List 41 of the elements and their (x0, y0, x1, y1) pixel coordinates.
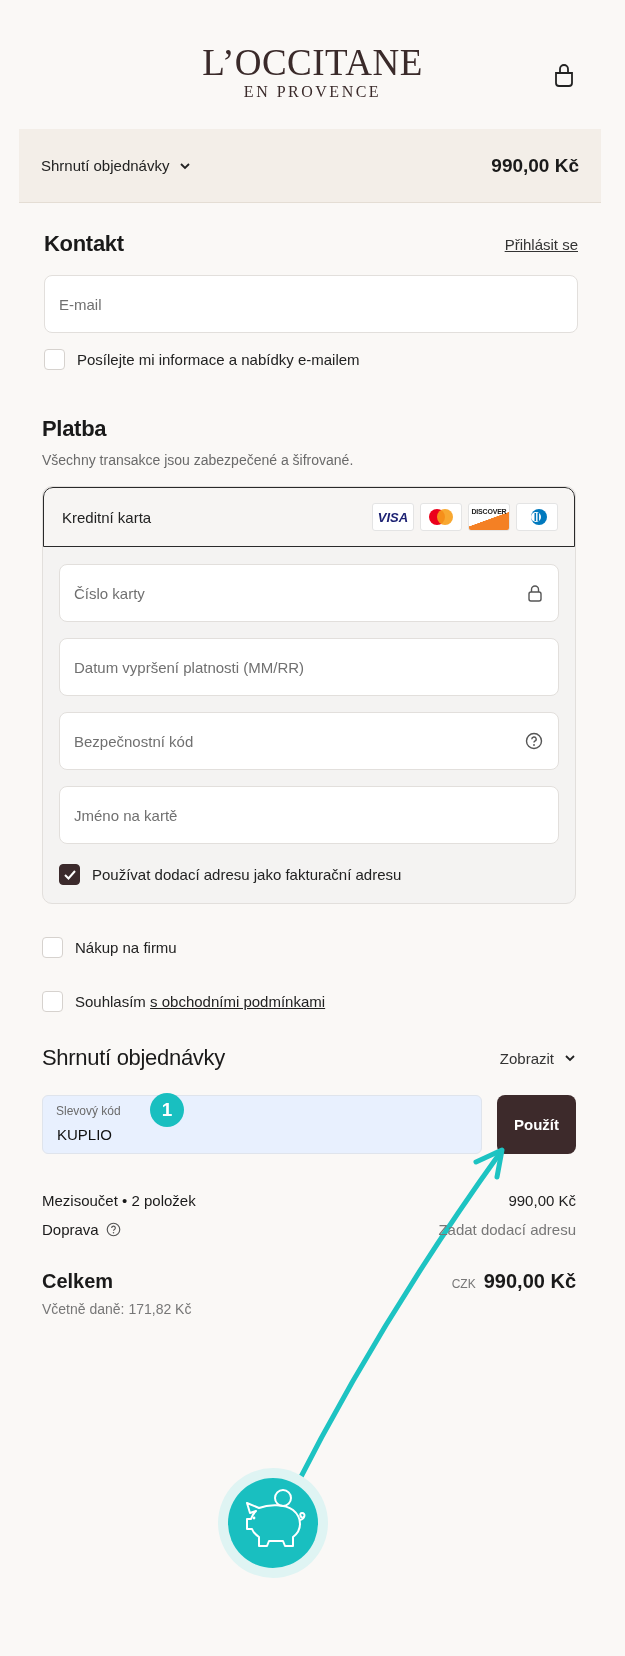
email-field[interactable]: E-mail (44, 275, 578, 333)
mastercard-logo (420, 503, 462, 531)
checkbox-label: Používat dodací adresu jako fakturační adresu (92, 866, 402, 883)
checkbox[interactable] (59, 864, 80, 885)
section-heading: Platba (42, 416, 108, 442)
shopping-bag-icon[interactable] (553, 64, 575, 88)
section-heading: Shrnutí objednávky (42, 1045, 225, 1071)
checkbox-label: Souhlasím s obchodními podmínkami (75, 993, 326, 1010)
checkbox-label: Nákup na firmu (75, 939, 177, 956)
security-note: Všechny transakce jsou zabezpečené a šifrované. (42, 452, 355, 468)
order-total: 990,00 Kč (491, 154, 579, 177)
summary-label: Doprava (42, 1221, 99, 1238)
order-summary-toggle[interactable]: Shrnutí objednávky (41, 157, 192, 174)
input-field[interactable]: Datum vypršení platnosti (MM/RR) (59, 638, 559, 696)
input-field[interactable]: Číslo karty (59, 564, 559, 622)
currency-code: CZK (451, 1277, 476, 1291)
chevron-icon (564, 1054, 576, 1062)
help-icon[interactable] (525, 732, 543, 750)
field-label: Slevový kód (56, 1104, 121, 1118)
total-amount: 990,00 Kč (483, 1270, 576, 1293)
summary-label: Mezisoučet • 2 položek (42, 1192, 196, 1209)
login-link[interactable]: Přihlásit se (504, 235, 578, 253)
checkbox-label: Posílejte mi informace a nabídky e-mailem (77, 351, 360, 368)
summary-value: 990,00 Kč (508, 1192, 576, 1209)
tax-note: Včetně daně: 171,82 Kč (42, 1301, 193, 1317)
brand-logo[interactable]: L’OCCITANE (202, 44, 423, 82)
checkmark-icon (62, 868, 77, 881)
input-field[interactable]: Bezpečnostní kód (59, 712, 559, 770)
help-icon[interactable] (105, 1222, 121, 1237)
piggy-bank-icon (218, 1468, 328, 1578)
visa-logo: VISA (372, 503, 414, 531)
diners-logo (516, 503, 558, 531)
input-field[interactable]: Jméno na kartě (59, 786, 559, 844)
section-heading: Kontakt (44, 231, 124, 257)
chevron-icon (179, 161, 192, 170)
brand-tagline: EN PROVENCE (243, 82, 382, 102)
lock-icon (527, 584, 543, 602)
terms-link[interactable]: s obchodními podmínkami (150, 993, 326, 1010)
total-label: Celkem (42, 1270, 114, 1293)
show-toggle[interactable]: Zobrazit (499, 1049, 576, 1067)
apply-button[interactable]: Použít (497, 1095, 576, 1154)
